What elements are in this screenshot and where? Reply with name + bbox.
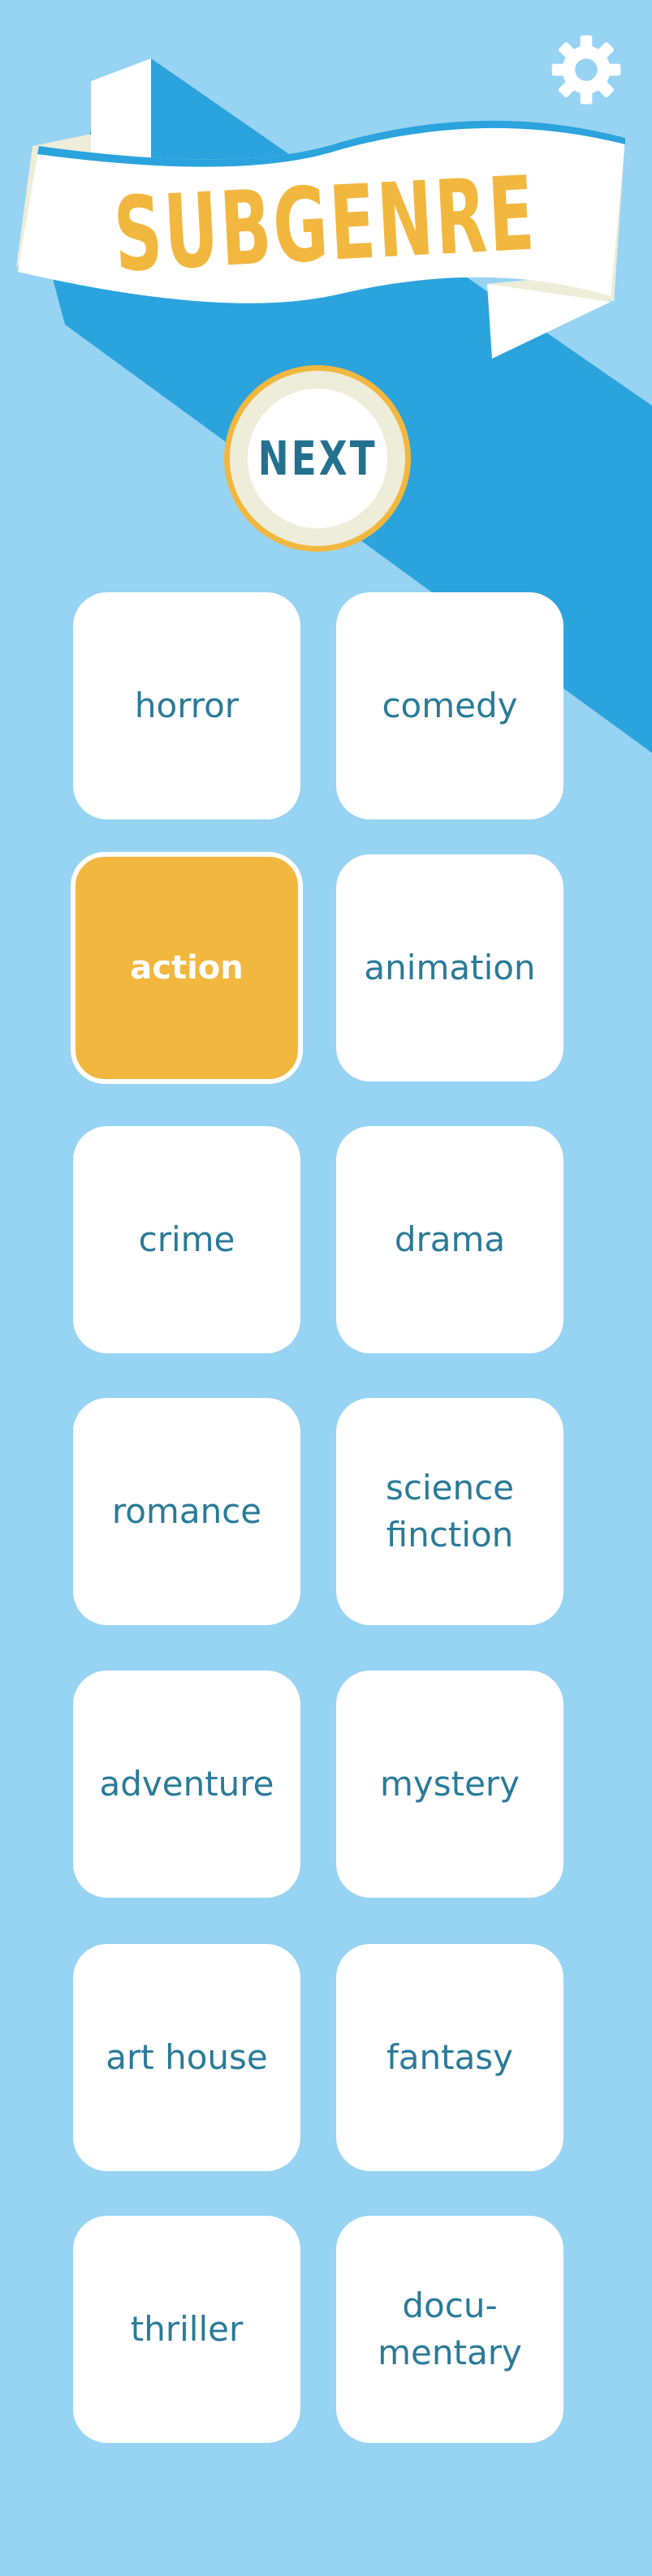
genre-tile-thriller[interactable]: thriller (73, 2216, 300, 2443)
genre-label: adventure (99, 1764, 274, 1804)
genre-label: thriller (130, 2309, 244, 2349)
genre-tile-science-fiction[interactable]: science finction (336, 1398, 563, 1625)
genre-label: docu- mentary (378, 2286, 522, 2372)
genre-grid: horror comedy action animation crime dra… (0, 0, 652, 2576)
genre-label: drama (394, 1219, 506, 1259)
genre-tile-comedy[interactable]: comedy (336, 592, 563, 819)
genre-label: comedy (382, 686, 518, 725)
genre-tile-fantasy[interactable]: fantasy (336, 1944, 563, 2171)
genre-tile-adventure[interactable]: adventure (73, 1671, 300, 1898)
genre-tile-art-house[interactable]: art house (73, 1944, 300, 2171)
genre-label: crime (138, 1219, 235, 1259)
genre-tile-romance[interactable]: romance (73, 1398, 300, 1625)
genre-tile-action[interactable]: action (71, 852, 303, 1084)
genre-label: romance (111, 1491, 262, 1531)
genre-tile-animation[interactable]: animation (336, 854, 563, 1082)
genre-tile-drama[interactable]: drama (336, 1126, 563, 1353)
genre-tile-crime[interactable]: crime (73, 1126, 300, 1353)
genre-label: science finction (385, 1468, 515, 1555)
genre-label: fantasy (386, 2037, 514, 2077)
genre-tile-documentary[interactable]: docu- mentary (336, 2216, 563, 2443)
genre-label: mystery (379, 1764, 520, 1804)
genre-tile-mystery[interactable]: mystery (336, 1671, 563, 1898)
genre-label: animation (364, 948, 536, 987)
genre-tile-horror[interactable]: horror (73, 592, 300, 819)
genre-label: horror (134, 686, 240, 725)
genre-label: art house (106, 2037, 268, 2077)
genre-label: action (130, 949, 244, 987)
